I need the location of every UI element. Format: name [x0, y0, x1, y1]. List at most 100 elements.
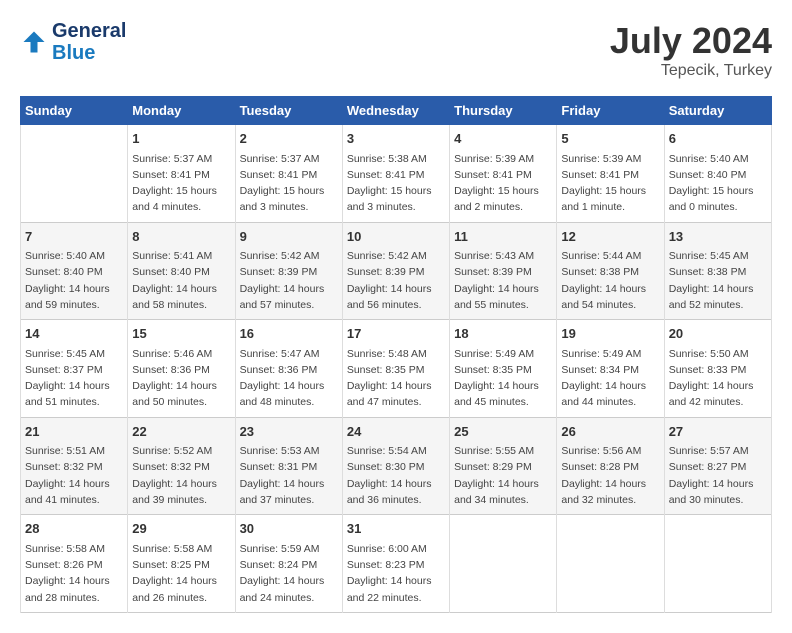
calendar-cell: 6Sunrise: 5:40 AM Sunset: 8:40 PM Daylig…	[664, 125, 771, 223]
day-number: 3	[347, 129, 445, 149]
calendar-cell: 23Sunrise: 5:53 AM Sunset: 8:31 PM Dayli…	[235, 417, 342, 515]
day-number: 20	[669, 324, 767, 344]
column-header-monday: Monday	[128, 97, 235, 125]
calendar-cell	[664, 515, 771, 613]
day-number: 14	[25, 324, 123, 344]
day-info: Sunrise: 5:54 AM Sunset: 8:30 PM Dayligh…	[347, 443, 445, 508]
day-number: 19	[561, 324, 659, 344]
logo-icon	[20, 28, 48, 56]
day-number: 6	[669, 129, 767, 149]
page-header: General Blue July 2024 Tepecik, Turkey	[20, 20, 772, 80]
week-row-4: 21Sunrise: 5:51 AM Sunset: 8:32 PM Dayli…	[21, 417, 772, 515]
day-info: Sunrise: 5:58 AM Sunset: 8:25 PM Dayligh…	[132, 541, 230, 606]
day-info: Sunrise: 5:39 AM Sunset: 8:41 PM Dayligh…	[454, 151, 552, 216]
calendar-cell: 20Sunrise: 5:50 AM Sunset: 8:33 PM Dayli…	[664, 320, 771, 418]
day-info: Sunrise: 5:59 AM Sunset: 8:24 PM Dayligh…	[240, 541, 338, 606]
column-header-saturday: Saturday	[664, 97, 771, 125]
day-info: Sunrise: 5:37 AM Sunset: 8:41 PM Dayligh…	[132, 151, 230, 216]
calendar-cell: 25Sunrise: 5:55 AM Sunset: 8:29 PM Dayli…	[450, 417, 557, 515]
day-info: Sunrise: 5:44 AM Sunset: 8:38 PM Dayligh…	[561, 248, 659, 313]
calendar-cell	[21, 125, 128, 223]
calendar-cell: 14Sunrise: 5:45 AM Sunset: 8:37 PM Dayli…	[21, 320, 128, 418]
day-number: 17	[347, 324, 445, 344]
day-info: Sunrise: 5:47 AM Sunset: 8:36 PM Dayligh…	[240, 346, 338, 411]
day-info: Sunrise: 6:00 AM Sunset: 8:23 PM Dayligh…	[347, 541, 445, 606]
week-row-2: 7Sunrise: 5:40 AM Sunset: 8:40 PM Daylig…	[21, 222, 772, 320]
day-info: Sunrise: 5:55 AM Sunset: 8:29 PM Dayligh…	[454, 443, 552, 508]
calendar-cell: 3Sunrise: 5:38 AM Sunset: 8:41 PM Daylig…	[342, 125, 449, 223]
day-info: Sunrise: 5:39 AM Sunset: 8:41 PM Dayligh…	[561, 151, 659, 216]
column-header-thursday: Thursday	[450, 97, 557, 125]
day-info: Sunrise: 5:42 AM Sunset: 8:39 PM Dayligh…	[240, 248, 338, 313]
calendar-cell	[557, 515, 664, 613]
day-info: Sunrise: 5:49 AM Sunset: 8:35 PM Dayligh…	[454, 346, 552, 411]
calendar-cell: 16Sunrise: 5:47 AM Sunset: 8:36 PM Dayli…	[235, 320, 342, 418]
calendar-cell: 21Sunrise: 5:51 AM Sunset: 8:32 PM Dayli…	[21, 417, 128, 515]
day-number: 24	[347, 422, 445, 442]
calendar-cell: 13Sunrise: 5:45 AM Sunset: 8:38 PM Dayli…	[664, 222, 771, 320]
day-number: 18	[454, 324, 552, 344]
day-number: 11	[454, 227, 552, 247]
day-info: Sunrise: 5:56 AM Sunset: 8:28 PM Dayligh…	[561, 443, 659, 508]
day-info: Sunrise: 5:46 AM Sunset: 8:36 PM Dayligh…	[132, 346, 230, 411]
day-info: Sunrise: 5:51 AM Sunset: 8:32 PM Dayligh…	[25, 443, 123, 508]
day-number: 23	[240, 422, 338, 442]
day-number: 9	[240, 227, 338, 247]
column-header-tuesday: Tuesday	[235, 97, 342, 125]
day-info: Sunrise: 5:42 AM Sunset: 8:39 PM Dayligh…	[347, 248, 445, 313]
day-info: Sunrise: 5:40 AM Sunset: 8:40 PM Dayligh…	[669, 151, 767, 216]
calendar-cell: 31Sunrise: 6:00 AM Sunset: 8:23 PM Dayli…	[342, 515, 449, 613]
day-number: 16	[240, 324, 338, 344]
calendar-cell: 22Sunrise: 5:52 AM Sunset: 8:32 PM Dayli…	[128, 417, 235, 515]
calendar-cell: 17Sunrise: 5:48 AM Sunset: 8:35 PM Dayli…	[342, 320, 449, 418]
day-number: 27	[669, 422, 767, 442]
calendar-cell: 27Sunrise: 5:57 AM Sunset: 8:27 PM Dayli…	[664, 417, 771, 515]
day-number: 12	[561, 227, 659, 247]
day-number: 31	[347, 519, 445, 539]
calendar-cell: 29Sunrise: 5:58 AM Sunset: 8:25 PM Dayli…	[128, 515, 235, 613]
header-row: SundayMondayTuesdayWednesdayThursdayFrid…	[21, 97, 772, 125]
day-number: 7	[25, 227, 123, 247]
day-info: Sunrise: 5:45 AM Sunset: 8:37 PM Dayligh…	[25, 346, 123, 411]
day-info: Sunrise: 5:50 AM Sunset: 8:33 PM Dayligh…	[669, 346, 767, 411]
calendar-cell: 19Sunrise: 5:49 AM Sunset: 8:34 PM Dayli…	[557, 320, 664, 418]
calendar-cell: 28Sunrise: 5:58 AM Sunset: 8:26 PM Dayli…	[21, 515, 128, 613]
day-number: 25	[454, 422, 552, 442]
calendar-cell: 30Sunrise: 5:59 AM Sunset: 8:24 PM Dayli…	[235, 515, 342, 613]
calendar-cell: 1Sunrise: 5:37 AM Sunset: 8:41 PM Daylig…	[128, 125, 235, 223]
day-info: Sunrise: 5:38 AM Sunset: 8:41 PM Dayligh…	[347, 151, 445, 216]
day-info: Sunrise: 5:53 AM Sunset: 8:31 PM Dayligh…	[240, 443, 338, 508]
day-number: 26	[561, 422, 659, 442]
day-number: 15	[132, 324, 230, 344]
day-number: 10	[347, 227, 445, 247]
day-number: 4	[454, 129, 552, 149]
main-title: July 2024	[610, 20, 772, 62]
day-info: Sunrise: 5:37 AM Sunset: 8:41 PM Dayligh…	[240, 151, 338, 216]
day-number: 29	[132, 519, 230, 539]
calendar-cell	[450, 515, 557, 613]
day-number: 1	[132, 129, 230, 149]
calendar-cell: 11Sunrise: 5:43 AM Sunset: 8:39 PM Dayli…	[450, 222, 557, 320]
calendar-table: SundayMondayTuesdayWednesdayThursdayFrid…	[20, 96, 772, 613]
calendar-cell: 15Sunrise: 5:46 AM Sunset: 8:36 PM Dayli…	[128, 320, 235, 418]
day-number: 28	[25, 519, 123, 539]
day-info: Sunrise: 5:52 AM Sunset: 8:32 PM Dayligh…	[132, 443, 230, 508]
day-number: 2	[240, 129, 338, 149]
calendar-cell: 26Sunrise: 5:56 AM Sunset: 8:28 PM Dayli…	[557, 417, 664, 515]
day-info: Sunrise: 5:49 AM Sunset: 8:34 PM Dayligh…	[561, 346, 659, 411]
title-block: July 2024 Tepecik, Turkey	[610, 20, 772, 80]
day-info: Sunrise: 5:40 AM Sunset: 8:40 PM Dayligh…	[25, 248, 123, 313]
week-row-3: 14Sunrise: 5:45 AM Sunset: 8:37 PM Dayli…	[21, 320, 772, 418]
day-number: 8	[132, 227, 230, 247]
calendar-cell: 12Sunrise: 5:44 AM Sunset: 8:38 PM Dayli…	[557, 222, 664, 320]
week-row-1: 1Sunrise: 5:37 AM Sunset: 8:41 PM Daylig…	[21, 125, 772, 223]
calendar-cell: 2Sunrise: 5:37 AM Sunset: 8:41 PM Daylig…	[235, 125, 342, 223]
calendar-cell: 8Sunrise: 5:41 AM Sunset: 8:40 PM Daylig…	[128, 222, 235, 320]
day-info: Sunrise: 5:43 AM Sunset: 8:39 PM Dayligh…	[454, 248, 552, 313]
calendar-cell: 18Sunrise: 5:49 AM Sunset: 8:35 PM Dayli…	[450, 320, 557, 418]
calendar-cell: 24Sunrise: 5:54 AM Sunset: 8:30 PM Dayli…	[342, 417, 449, 515]
calendar-cell: 4Sunrise: 5:39 AM Sunset: 8:41 PM Daylig…	[450, 125, 557, 223]
day-info: Sunrise: 5:45 AM Sunset: 8:38 PM Dayligh…	[669, 248, 767, 313]
day-number: 30	[240, 519, 338, 539]
calendar-cell: 9Sunrise: 5:42 AM Sunset: 8:39 PM Daylig…	[235, 222, 342, 320]
